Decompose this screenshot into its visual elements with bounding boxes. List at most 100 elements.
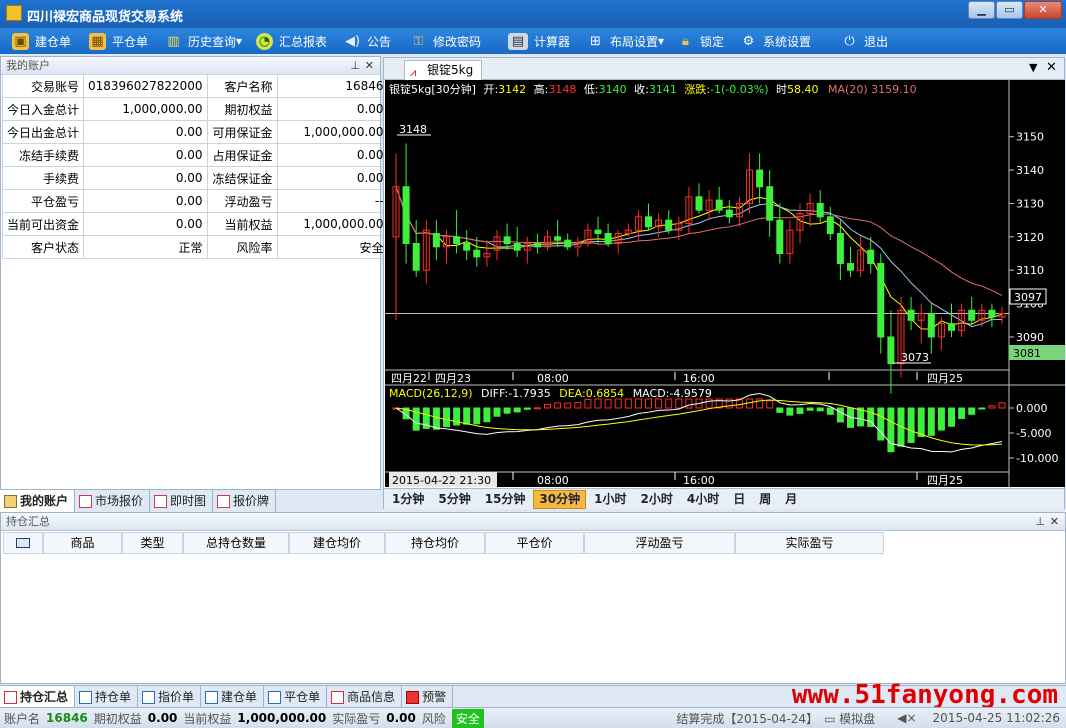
macd-bar [443, 407, 450, 428]
column-floating-pnl[interactable]: 浮动盈亏 [584, 532, 735, 554]
last-price-label: 3097 [1014, 291, 1042, 304]
account-label: 交易账号 [2, 74, 84, 98]
macd-bar [483, 407, 491, 423]
gear-icon: ⚙ [742, 33, 755, 49]
speaker-icon: ◀) [344, 33, 361, 49]
chart-dropdown-icon[interactable]: ▼ [1029, 61, 1037, 74]
change-password-button[interactable]: ⚿ 修改密码 [410, 28, 481, 54]
account-row: 平仓盈亏 0.00 浮动盈亏 -- [2, 189, 389, 213]
column-close-price[interactable]: 平仓价 [485, 532, 584, 554]
notice-button[interactable]: ◀) 公告 [344, 28, 391, 54]
key-icon: ⚿ [413, 33, 424, 49]
price-tick-label: 3150 [1016, 131, 1044, 144]
period-selector: 1分钟 5分钟 15分钟 30分钟 1小时 2小时 4小时日周月 [384, 488, 1064, 509]
lock-button[interactable]: 🔒︎ 锁定 [677, 28, 724, 54]
chart-panel: ⩘银锭5kg ▼ ✕ 3150314031303120311031003090四… [383, 57, 1065, 509]
account-tab-icon [4, 494, 17, 508]
exit-button[interactable]: ⏻ 退出 [841, 28, 888, 54]
positions-pin-icon[interactable]: ⊥ [1035, 513, 1045, 530]
column-type[interactable]: 类型 [122, 532, 183, 554]
column-total-qty[interactable]: 总持仓数量 [183, 532, 289, 554]
period-button[interactable]: 15分钟 [479, 490, 532, 509]
column-commodity[interactable]: 商品 [43, 532, 122, 554]
close-window-button[interactable]: ✕ [1024, 1, 1062, 19]
build-order-button[interactable]: ▣ 建仓单 [12, 28, 71, 54]
candle [463, 243, 471, 251]
chart-close-icon[interactable]: ✕ [1046, 60, 1057, 75]
macd-bar [533, 407, 541, 410]
account-table: 交易账号 018396027822000 客户名称 16846 今日入金总计 1,000,… [2, 74, 389, 259]
column-hold-avg[interactable]: 持仓均价 [385, 532, 485, 554]
period-button[interactable]: 4小时 [681, 490, 725, 509]
period-button[interactable]: 1小时 [588, 490, 632, 509]
account-label: 今日出金总计 [2, 120, 84, 144]
positions-table-header: 商品 类型 总持仓数量 建仓均价 持仓均价 平仓价 浮动盈亏 实际盈亏 [3, 532, 884, 554]
column-open-avg[interactable]: 建仓均价 [289, 532, 385, 554]
layout-settings-button[interactable]: ⊞ 布局设置 ▾ [587, 28, 664, 54]
history-query-button[interactable]: ▥ 历史查询 ▾ [165, 28, 242, 54]
account-label: 可用保证金 [206, 120, 278, 144]
maximize-button[interactable]: ▭ [996, 1, 1023, 19]
status-account: 16846 [46, 711, 88, 725]
summary-report-button[interactable]: ◔ 汇总报表 [256, 28, 327, 54]
tab-silver-5kg[interactable]: ⩘ 银锭5kg [404, 60, 483, 80]
macd-bar [796, 407, 804, 414]
status-risk-badge: 安全 [451, 708, 484, 728]
account-value: 018396027822000 [83, 74, 208, 98]
period-button[interactable]: 5分钟 [432, 490, 476, 509]
title-bar: 四川禄宏商品现货交易系统 ▁ ▭ ✕ [0, 0, 1066, 28]
macd-tick-label: -5.000 [1016, 427, 1051, 440]
positions-close-icon[interactable]: ✕ [1050, 513, 1059, 530]
column-realized-pnl[interactable]: 实际盈亏 [735, 532, 884, 554]
close-panel-icon[interactable]: ✕ [365, 57, 374, 74]
account-value: 正常 [83, 235, 208, 259]
account-value: 0.00 [276, 143, 389, 167]
period-button[interactable]: 周 [753, 490, 777, 509]
system-settings-button[interactable]: ⚙ 系统设置 [740, 28, 811, 54]
account-panel-title: 我的账户 [6, 59, 50, 72]
tab-close-orders[interactable]: 平仓单 [264, 686, 328, 708]
tab-position-orders[interactable]: 持仓单 [75, 686, 139, 708]
tab-my-account[interactable]: 我的账户 [0, 490, 76, 512]
account-value: 0.00 [83, 143, 208, 167]
column-chooser-icon[interactable] [3, 532, 43, 554]
account-label: 今日入金总计 [2, 97, 84, 121]
candle [533, 243, 541, 248]
candlestick-chart[interactable]: 3150314031303120311031003090四月22四月2308:0… [385, 80, 1065, 487]
close-order-button[interactable]: ▦ 平仓单 [89, 28, 148, 54]
macd-time-tick-label: 16:00 [683, 474, 715, 487]
quote-board-icon [217, 494, 231, 508]
tab-position-summary[interactable]: 持仓汇总 [0, 686, 76, 708]
speaker-mute-icon[interactable]: ◀× [897, 711, 916, 725]
warning-icon [406, 690, 420, 704]
tab-commodity-info[interactable]: 商品信息 [327, 686, 403, 708]
low-marker-label: 3073 [901, 351, 929, 364]
tab-open-orders[interactable]: 建仓单 [201, 686, 265, 708]
tab-quote-board[interactable]: 报价牌 [213, 490, 277, 512]
price-tick-label: 3130 [1016, 197, 1044, 210]
pin-icon[interactable]: ⊥ [350, 57, 360, 74]
tab-alerts[interactable]: 预警 [402, 686, 454, 708]
candle [968, 309, 976, 321]
period-button[interactable]: 30分钟 [533, 489, 587, 509]
watermark-text: www.51fanyong.com [791, 680, 1058, 710]
minimize-button[interactable]: ▁ [968, 1, 995, 19]
macd-tick-label: -10.000 [1016, 452, 1058, 465]
calculator-icon: ▤ [508, 32, 528, 50]
tab-realtime-chart[interactable]: 即时图 [150, 490, 214, 512]
account-row: 手续费 0.00 冻结保证金 0.00 [2, 166, 389, 190]
period-button[interactable]: 日 [727, 490, 751, 509]
period-button[interactable]: 月 [779, 490, 803, 509]
tab-limit-orders[interactable]: 指价单 [138, 686, 202, 708]
period-button[interactable]: 1分钟 [386, 490, 430, 509]
account-row: 今日入金总计 1,000,000.00 期初权益 0.00 [2, 97, 389, 121]
position-tab-icon [79, 690, 93, 704]
calculator-button[interactable]: ▤ 计算器 [508, 28, 570, 54]
account-value: 16846 [276, 74, 389, 98]
macd-bar [836, 407, 844, 423]
period-button[interactable]: 2小时 [634, 490, 678, 509]
tab-market-quotes[interactable]: 市场报价 [75, 490, 151, 512]
price-tick-label: 3120 [1016, 231, 1044, 244]
close-tab-icon [268, 690, 282, 704]
time-tick-label: 08:00 [537, 372, 569, 385]
